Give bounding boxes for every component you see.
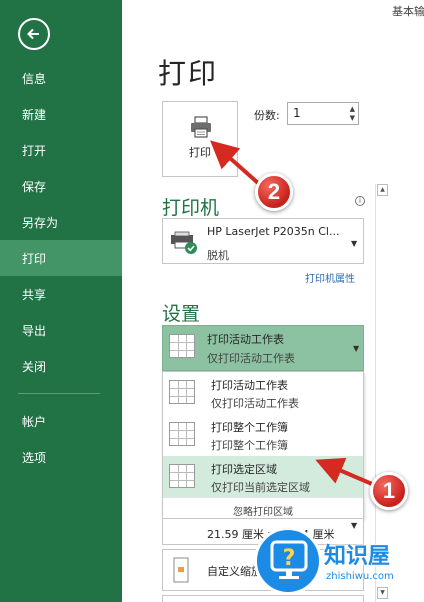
annotation-arrows [210, 140, 373, 486]
watermark-url: zhishiwu.com [326, 571, 394, 582]
watermark-logo: ? [254, 527, 322, 595]
svg-text:?: ? [283, 546, 296, 571]
step-badge-2: 2 [255, 173, 293, 211]
question-screen-icon: ? [270, 540, 308, 579]
step-badge-1: 1 [370, 472, 408, 510]
watermark-title: 知识屋 [324, 544, 391, 569]
arrow-to-selection-option [315, 457, 373, 486]
arrow-to-print-button [210, 140, 260, 185]
